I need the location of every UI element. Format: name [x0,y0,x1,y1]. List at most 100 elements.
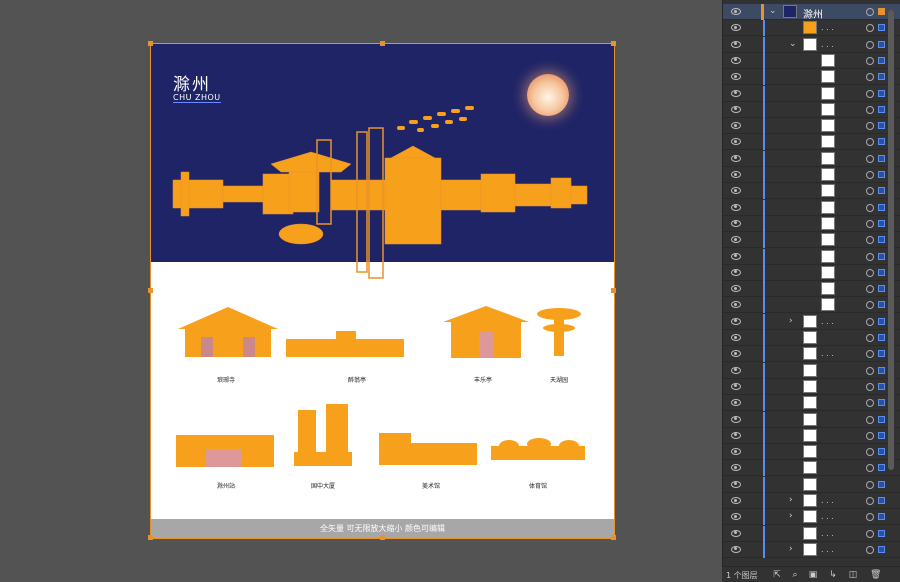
layer-row[interactable] [723,150,900,167]
selection-indicator[interactable] [878,73,885,81]
layer-row[interactable]: › . . . [723,509,900,526]
building-illustration-2[interactable] [286,329,406,359]
selection-indicator[interactable] [878,529,885,537]
target-icon[interactable] [866,171,874,179]
clip-mask-icon[interactable]: ▣ [808,570,818,580]
target-icon[interactable] [866,203,874,212]
target-icon[interactable] [866,431,874,440]
target-icon[interactable] [866,8,874,16]
building-illustration-3[interactable] [441,302,531,360]
eye-icon[interactable] [731,171,741,178]
eye-icon[interactable] [731,105,741,113]
eye-icon[interactable] [731,236,741,244]
selection-indicator[interactable] [878,105,885,113]
eye-icon[interactable] [731,317,741,325]
building-illustration-4[interactable] [534,306,584,360]
layer-name[interactable]: . . . [821,545,834,554]
eye-icon[interactable] [731,464,741,472]
artboard[interactable]: 滁州 CHU ZHOU 琅琊寺 醉翁亭 丰乐亭 天湖园 滁州站 国中大厦 美术馆… [148,41,616,540]
selection-indicator[interactable] [878,399,885,407]
target-icon[interactable] [866,382,874,391]
layer-row[interactable] [723,444,900,461]
selection-indicator[interactable] [878,154,885,162]
selection-indicator[interactable] [878,252,885,260]
selection-indicator[interactable] [878,317,885,325]
selection-indicator[interactable] [878,350,885,358]
eye-icon[interactable] [731,350,741,358]
layer-name[interactable]: . . . [821,23,834,32]
target-icon[interactable] [866,301,874,310]
target-icon[interactable] [866,187,874,196]
target-icon[interactable] [866,545,874,554]
selection-indicator[interactable] [878,334,885,341]
selection-indicator[interactable] [878,187,885,195]
target-icon[interactable] [866,350,874,359]
selection-indicator[interactable] [878,480,885,488]
layer-name[interactable]: . . . [821,317,834,326]
layer-row[interactable] [723,215,900,232]
selection-handle[interactable] [611,535,616,540]
selection-indicator[interactable] [878,301,885,309]
layer-row[interactable] [723,297,900,314]
chevron-right-icon[interactable]: › [789,495,793,505]
selection-indicator[interactable] [878,513,885,521]
eye-icon[interactable] [731,252,741,260]
building-illustration-6[interactable] [294,404,352,468]
selection-indicator[interactable] [878,431,885,439]
layer-row[interactable]: › . . . [723,313,900,330]
eye-icon[interactable] [731,268,741,276]
target-icon[interactable] [866,73,874,82]
export-icon[interactable]: ⇱ [772,570,782,580]
selection-indicator[interactable] [878,464,885,472]
target-icon[interactable] [866,513,874,522]
eye-icon[interactable] [731,24,741,32]
eye-icon[interactable] [731,382,741,390]
layer-name[interactable]: . . . [821,349,834,358]
layer-row[interactable]: . . . [723,20,900,37]
panel-scrollbar[interactable] [888,10,894,470]
target-icon[interactable] [866,154,874,163]
eye-icon[interactable] [731,301,741,309]
selection-indicator[interactable] [878,8,885,15]
layer-row[interactable] [723,427,900,444]
selection-indicator[interactable] [878,171,885,178]
selection-indicator[interactable] [878,366,885,374]
layer-row[interactable] [723,232,900,249]
delete-icon[interactable]: 🗑 [870,570,881,580]
building-illustration-7[interactable] [379,431,479,467]
selection-indicator[interactable] [878,219,885,227]
selection-handle[interactable] [611,288,616,293]
layer-row[interactable] [723,183,900,200]
search-icon[interactable]: ⌕ [790,570,800,580]
eye-icon[interactable] [731,56,741,64]
moon-graphic[interactable] [527,74,569,116]
sublayer-icon[interactable]: ↳ [828,570,838,580]
target-icon[interactable] [866,317,874,326]
chevron-right-icon[interactable]: › [789,511,793,521]
layer-row[interactable] [723,248,900,265]
layer-row-top[interactable]: ⌄ 滁州 [723,4,900,21]
building-illustration-5[interactable] [176,431,276,469]
target-icon[interactable] [866,268,874,277]
target-icon[interactable] [866,366,874,375]
layer-row[interactable]: ⌄ . . . [723,36,900,53]
layer-row[interactable] [723,118,900,135]
skyline-graphic[interactable] [171,124,591,284]
target-icon[interactable] [866,219,874,228]
layer-row[interactable]: › . . . [723,541,900,558]
selection-indicator[interactable] [878,24,885,32]
building-illustration-1[interactable] [173,299,283,359]
target-icon[interactable] [866,40,874,49]
layer-row[interactable] [723,134,900,151]
eye-icon[interactable] [731,415,741,423]
chevron-down-icon[interactable]: ⌄ [769,6,777,16]
selection-indicator[interactable] [878,89,885,97]
layer-name[interactable]: . . . [821,40,834,49]
layer-row[interactable] [723,281,900,298]
building-illustration-8[interactable] [489,436,587,466]
eye-icon[interactable] [731,545,741,553]
eye-icon[interactable] [731,8,741,15]
layer-row[interactable]: › . . . [723,493,900,509]
target-icon[interactable] [866,252,874,261]
layers-panel[interactable]: ⌄ 滁州 . . . ⌄ . . . › . . . . . . › . . . › . . ..… [722,0,900,582]
